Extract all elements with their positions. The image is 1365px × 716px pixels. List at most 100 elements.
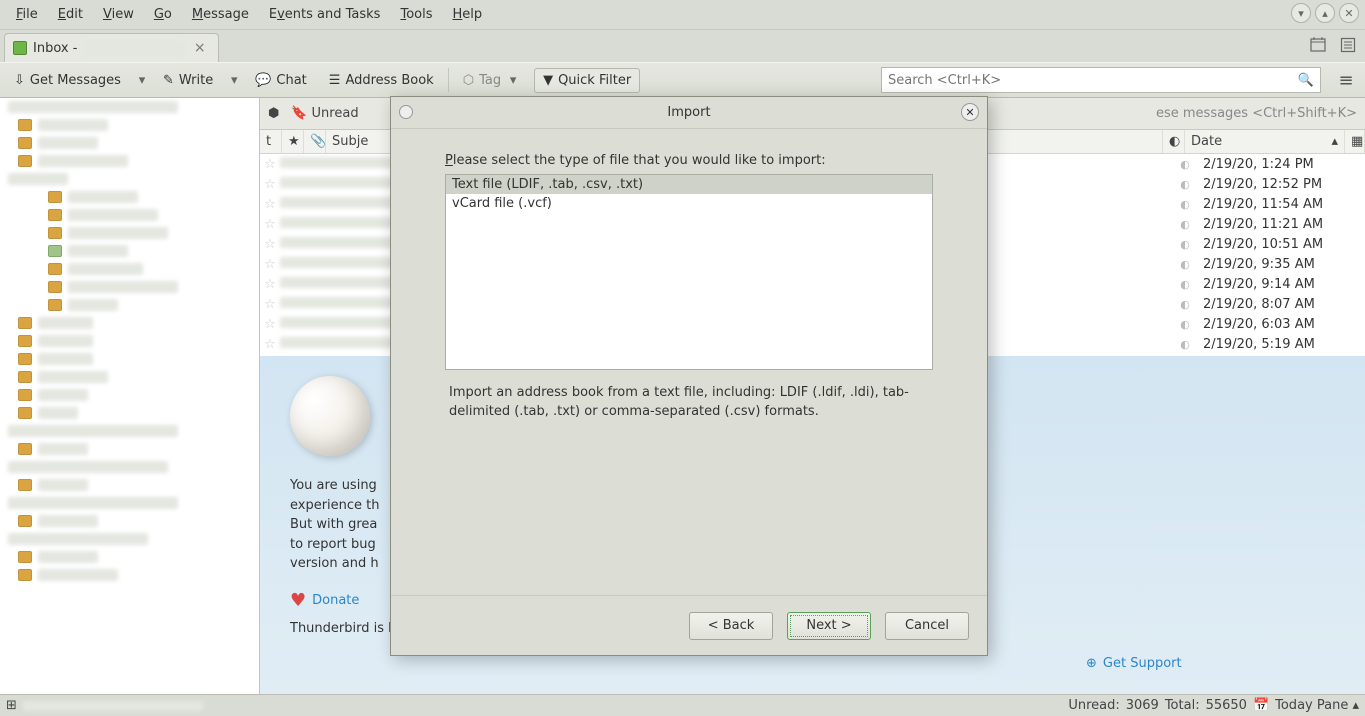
next-button[interactable]: Next > — [787, 612, 871, 640]
star-icon[interactable]: ☆ — [260, 237, 280, 252]
calendar-small-icon: 📅 — [1253, 698, 1269, 713]
filter-unread-label: Unread — [312, 106, 359, 121]
address-book-button[interactable]: ☰ Address Book — [321, 69, 442, 92]
toolbar: ⇩ Get Messages ▾ ✎ Write ▾ 💬 Chat ☰ Addr… — [0, 62, 1365, 98]
bookmark-icon: 🔖 — [291, 106, 307, 121]
message-date: 2/19/20, 8:07 AM — [1195, 297, 1365, 312]
support-label: Get Support — [1103, 656, 1182, 671]
status-dot-icon: ◐ — [1175, 298, 1195, 311]
chat-icon: 💬 — [255, 73, 271, 88]
star-icon[interactable]: ☆ — [260, 257, 280, 272]
file-type-listbox[interactable]: Text file (LDIF, .tab, .csv, .txt) vCard… — [445, 174, 933, 370]
dialog-close-button[interactable]: ✕ — [961, 103, 979, 121]
status-dot-icon: ◐ — [1175, 238, 1195, 251]
status-dot-icon: ◐ — [1175, 218, 1195, 231]
status-dot-icon: ◐ — [1175, 338, 1195, 351]
menu-view[interactable]: View — [93, 3, 144, 26]
back-button[interactable]: < Back — [689, 612, 773, 640]
option-text-file[interactable]: Text file (LDIF, .tab, .csv, .txt) — [446, 175, 932, 194]
get-messages-button[interactable]: ⇩ Get Messages — [6, 69, 129, 92]
chat-button[interactable]: 💬 Chat — [247, 69, 315, 92]
dialog-menu-icon[interactable] — [399, 105, 413, 119]
star-icon[interactable]: ☆ — [260, 157, 280, 172]
menu-go[interactable]: Go — [144, 3, 182, 26]
status-total-label: Total: — [1165, 698, 1200, 713]
menu-tools[interactable]: Tools — [390, 3, 442, 26]
search-input[interactable] — [888, 73, 1298, 88]
star-icon[interactable]: ☆ — [260, 177, 280, 192]
message-date: 2/19/20, 11:21 AM — [1195, 217, 1365, 232]
tab-close-icon[interactable]: × — [194, 40, 206, 56]
window-maximize-icon[interactable]: ▴ — [1315, 3, 1335, 23]
tasks-icon[interactable] — [1337, 34, 1359, 56]
status-dot-icon: ◐ — [1175, 278, 1195, 291]
tag-label: Tag — [479, 73, 501, 88]
col-date[interactable]: Date ▴ — [1185, 130, 1345, 153]
message-date: 2/19/20, 5:19 AM — [1195, 337, 1365, 352]
calendar-icon[interactable] — [1307, 34, 1329, 56]
message-date: 2/19/20, 1:24 PM — [1195, 157, 1365, 172]
today-pane-toggle[interactable]: Today Pane ▴ — [1275, 698, 1359, 713]
star-icon[interactable]: ☆ — [260, 297, 280, 312]
col-star[interactable]: ★ — [282, 130, 304, 153]
col-picker[interactable]: ▦ — [1345, 130, 1365, 153]
message-date: 2/19/20, 9:35 AM — [1195, 257, 1365, 272]
window-minimize-icon[interactable]: ▾ — [1291, 3, 1311, 23]
status-dot-icon: ◐ — [1175, 158, 1195, 171]
menu-edit[interactable]: Edit — [48, 3, 93, 26]
window-close-icon[interactable]: ✕ — [1339, 3, 1359, 23]
write-dropdown[interactable]: ▾ — [227, 73, 241, 88]
message-date: 2/19/20, 6:03 AM — [1195, 317, 1365, 332]
folder-sidebar[interactable] — [0, 98, 260, 694]
star-icon[interactable]: ☆ — [260, 277, 280, 292]
status-unread-label: Unread: — [1068, 698, 1119, 713]
tag-icon: ⬡ — [463, 73, 474, 88]
tag-dropdown: ▾ — [506, 73, 520, 88]
filter-search-hint: ese messages <Ctrl+Shift+K> — [1156, 106, 1357, 121]
col-thread[interactable]: t — [260, 130, 282, 153]
col-attach[interactable]: 📎 — [304, 130, 326, 153]
hamburger-menu[interactable]: ≡ — [1333, 67, 1359, 93]
star-icon[interactable]: ☆ — [260, 197, 280, 212]
support-link[interactable]: ⊕ Get Support — [1086, 656, 1182, 671]
message-date: 2/19/20, 12:52 PM — [1195, 177, 1365, 192]
menu-events[interactable]: Events and Tasks — [259, 3, 391, 26]
star-icon[interactable]: ☆ — [260, 217, 280, 232]
tab-inbox[interactable]: Inbox - account hidden × — [4, 33, 219, 62]
pin-icon[interactable]: ⬢ — [268, 106, 279, 121]
tab-label: Inbox - — [33, 41, 77, 56]
menu-help[interactable]: Help — [442, 3, 492, 26]
person-icon: ☰ — [329, 73, 341, 88]
inbox-icon — [13, 41, 27, 55]
filter-icon: ▼ — [543, 73, 553, 88]
menu-file[interactable]: File — [6, 3, 48, 26]
tabbar: Inbox - account hidden × — [0, 30, 1365, 62]
quick-filter-label: Quick Filter — [558, 73, 631, 88]
donate-label: Donate — [312, 593, 359, 608]
menu-message[interactable]: Message — [182, 3, 259, 26]
write-label: Write — [179, 73, 213, 88]
tag-button[interactable]: ⬡ Tag ▾ — [455, 69, 528, 92]
option-vcard-file[interactable]: vCard file (.vcf) — [446, 194, 932, 213]
get-messages-dropdown[interactable]: ▾ — [135, 73, 149, 88]
filter-unread[interactable]: 🔖 Unread — [291, 106, 358, 121]
dialog-description: Import an address book from a text file,… — [445, 370, 933, 436]
status-dot-icon: ◐ — [1175, 258, 1195, 271]
cancel-button[interactable]: Cancel — [885, 612, 969, 640]
tab-account-blur: account hidden — [83, 41, 184, 56]
activity-icon[interactable]: ⊞ — [6, 698, 17, 713]
quick-filter-button[interactable]: ▼ Quick Filter — [534, 68, 640, 93]
pencil-icon: ✎ — [163, 73, 174, 88]
search-box[interactable]: 🔍 — [881, 67, 1321, 93]
dialog-buttons: < Back Next > Cancel — [391, 595, 987, 655]
dialog-prompt: Please select the type of file that you … — [445, 153, 933, 168]
star-icon[interactable]: ☆ — [260, 337, 280, 352]
separator — [448, 68, 449, 92]
write-button[interactable]: ✎ Write — [155, 69, 221, 92]
star-icon[interactable]: ☆ — [260, 317, 280, 332]
thunderbird-egg-icon — [290, 376, 370, 456]
col-status[interactable]: ◐ — [1163, 130, 1185, 153]
get-messages-label: Get Messages — [30, 73, 121, 88]
status-total-count: 55650 — [1206, 698, 1247, 713]
status-dot-icon: ◐ — [1175, 318, 1195, 331]
